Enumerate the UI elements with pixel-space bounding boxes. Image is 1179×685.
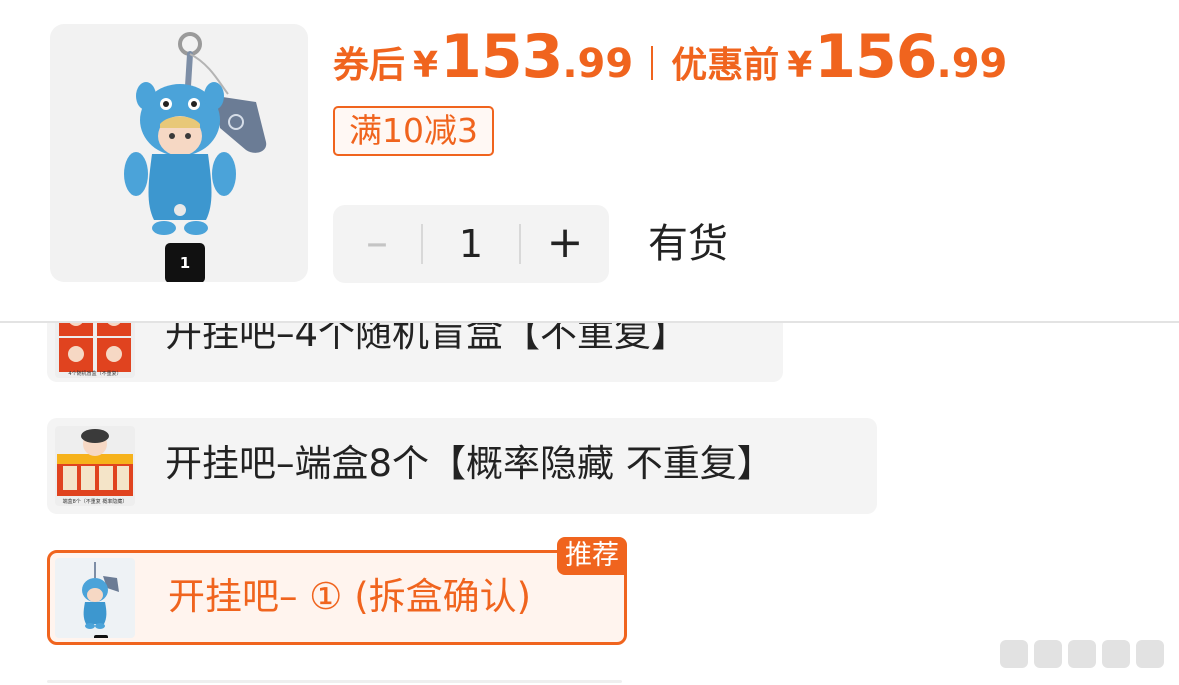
- option-label: 开挂吧– ① (拆盒确认): [168, 575, 532, 618]
- sku-option-display-box-8[interactable]: 端盒8个（不重复 概率隐藏） 开挂吧–端盒8个【概率隐藏 不重复】: [47, 418, 877, 514]
- option-thumbnail-caption: 端盒8个（不重复 概率隐藏）: [62, 499, 128, 505]
- watermark-mark: [1000, 640, 1028, 668]
- product-main-image[interactable]: 1: [50, 24, 308, 282]
- watermark-mark: [1136, 640, 1164, 668]
- product-number-badge: 1: [165, 243, 205, 282]
- price-separator: [651, 46, 654, 80]
- after-coupon-price-decimal: .99: [562, 41, 634, 87]
- decrease-quantity-button[interactable]: –: [333, 205, 421, 283]
- header-divider: [0, 321, 1179, 323]
- sku-selector-panel: 1 券后 ¥ 153 .99 优惠前 ¥ 156 .99 满10减3 – 1 +…: [0, 0, 1179, 685]
- stock-status: 有货: [648, 221, 728, 267]
- watermark-mark: [1034, 640, 1062, 668]
- increase-quantity-button[interactable]: +: [521, 205, 609, 283]
- option-label: 开挂吧–端盒8个【概率隐藏 不重复】: [165, 442, 774, 485]
- option-thumbnail: 端盒8个（不重复 概率隐藏）: [55, 426, 135, 506]
- display-box-icon: [57, 429, 133, 496]
- price-row: 券后 ¥ 153 .99 优惠前 ¥ 156 .99: [333, 22, 1007, 92]
- option-number-badge: 1: [94, 635, 108, 638]
- sku-option-single-unbox-confirm[interactable]: 1 开挂吧– ① (拆盒确认) 推荐: [47, 537, 627, 645]
- option-thumbnail: 1: [55, 558, 135, 638]
- plush-figure-icon: [82, 562, 119, 629]
- after-coupon-currency: ¥: [413, 45, 439, 86]
- option-thumbnail-caption: 4个随机盲盒（不重复）: [68, 371, 122, 377]
- watermark: [1000, 640, 1164, 668]
- quantity-value[interactable]: 1: [423, 205, 519, 283]
- watermark-mark: [1068, 640, 1096, 668]
- quantity-stepper: – 1 +: [333, 205, 609, 283]
- recommended-badge: 推荐: [557, 537, 627, 575]
- watermark-mark: [1102, 640, 1130, 668]
- before-discount-currency: ¥: [787, 45, 813, 86]
- next-option-edge: [47, 680, 622, 683]
- after-coupon-price-integer: 153: [440, 22, 563, 92]
- promo-tag: 满10减3: [333, 106, 494, 156]
- before-discount-price-integer: 156: [814, 22, 937, 92]
- before-discount-label: 优惠前: [671, 45, 780, 86]
- product-header: 1 券后 ¥ 153 .99 优惠前 ¥ 156 .99 满10减3 – 1 +…: [0, 0, 1179, 322]
- before-discount-price-decimal: .99: [936, 41, 1008, 87]
- after-coupon-label: 券后: [333, 45, 406, 86]
